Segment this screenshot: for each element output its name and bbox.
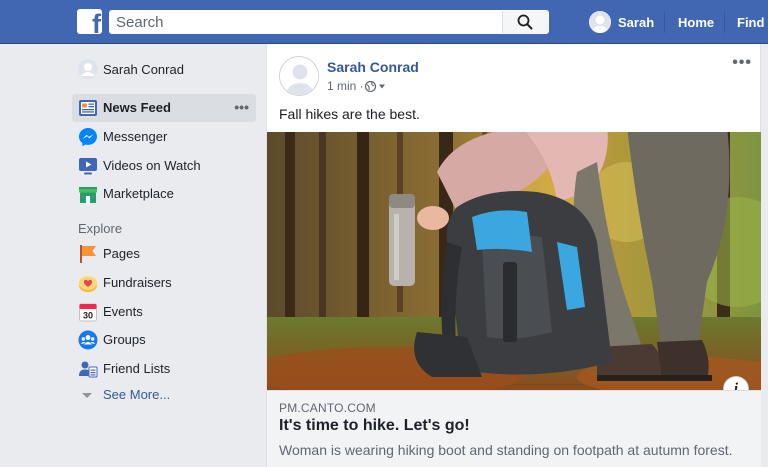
profile-avatar-icon	[78, 59, 98, 79]
news-feed-icon	[79, 100, 97, 116]
sidebar-profile-name: Sarah Conrad	[103, 62, 184, 77]
privacy-globe-icon[interactable]	[365, 81, 389, 92]
default-avatar-icon	[280, 57, 318, 95]
sidebar-item-label: Marketplace	[103, 186, 174, 201]
sidebar-item-marketplace[interactable]: Marketplace	[72, 180, 256, 208]
profile-link[interactable]: Sarah	[618, 15, 654, 30]
topbar-divider	[664, 11, 665, 33]
sidebar-item-pages[interactable]: Pages	[72, 240, 256, 268]
search-input[interactable]	[116, 13, 506, 31]
post-options-button[interactable]: •••	[732, 54, 752, 72]
groups-icon	[78, 330, 98, 350]
post-link-image[interactable]	[267, 132, 761, 390]
sidebar-item-events[interactable]: 30 Events	[72, 298, 256, 326]
sidebar-item-label: Fundraisers	[103, 275, 172, 290]
link-domain: PM.CANTO.COM	[279, 401, 376, 415]
link-preview[interactable]: PM.CANTO.COM It's time to hike. Let's go…	[267, 390, 761, 467]
sidebar-item-groups[interactable]: Groups	[72, 326, 256, 354]
post-timestamp[interactable]: 1 min ·	[327, 79, 364, 93]
messenger-icon	[79, 128, 97, 147]
marketplace-icon	[79, 187, 97, 203]
link-title[interactable]: It's time to hike. Let's go!	[279, 417, 470, 435]
sidebar-item-news-feed[interactable]: News Feed •••	[72, 94, 256, 122]
sidebar-item-label: Groups	[103, 332, 146, 347]
feed-post: Sarah Conrad 1 min · ••• Fall hikes are …	[266, 44, 761, 467]
sidebar-item-watch[interactable]: Videos on Watch	[72, 152, 256, 180]
sidebar-item-label: Friend Lists	[103, 361, 171, 376]
sidebar-item-fundraisers[interactable]: Fundraisers	[72, 269, 256, 297]
facebook-logo[interactable]: f	[77, 9, 102, 34]
search-button[interactable]	[502, 11, 548, 33]
sidebar-item-label: Events	[103, 304, 143, 319]
topbar-divider	[724, 11, 725, 33]
watch-icon	[79, 158, 97, 175]
see-more-label: See More...	[103, 387, 171, 402]
search-icon	[517, 14, 533, 30]
post-author-name[interactable]: Sarah Conrad	[327, 59, 419, 75]
sidebar-profile[interactable]: Sarah Conrad	[72, 56, 256, 84]
default-avatar-icon	[589, 11, 611, 33]
post-author-avatar[interactable]	[279, 56, 319, 96]
sidebar-item-friend-lists[interactable]: Friend Lists	[72, 355, 256, 383]
sidebar-item-messenger[interactable]: Messenger	[72, 123, 256, 151]
more-options-icon[interactable]: •••	[234, 99, 249, 115]
chevron-down-icon	[82, 393, 92, 398]
fundraisers-icon	[79, 276, 97, 292]
sidebar-item-label: Messenger	[103, 129, 168, 144]
sidebar-item-label: Pages	[103, 246, 140, 261]
find-friends-link[interactable]: Find F	[737, 15, 768, 30]
sidebar-item-label: Videos on Watch	[103, 158, 201, 173]
home-link[interactable]: Home	[678, 15, 714, 30]
see-more-link[interactable]: See More...	[72, 384, 222, 406]
friend-lists-icon	[79, 361, 98, 378]
pages-flag-icon	[80, 245, 96, 263]
explore-heading: Explore	[78, 221, 123, 236]
search-box[interactable]	[109, 10, 549, 34]
events-calendar-day: 30	[83, 311, 93, 321]
sidebar-item-label: News Feed	[103, 100, 171, 115]
post-message: Fall hikes are the best.	[279, 106, 420, 122]
top-navigation-bar: f Sarah Home Find F	[0, 0, 768, 44]
profile-avatar[interactable]	[589, 11, 611, 33]
link-description: Woman is wearing hiking boot and standin…	[279, 442, 733, 458]
hiking-backpack-photo	[267, 132, 761, 390]
events-calendar-icon: 30	[79, 303, 97, 322]
